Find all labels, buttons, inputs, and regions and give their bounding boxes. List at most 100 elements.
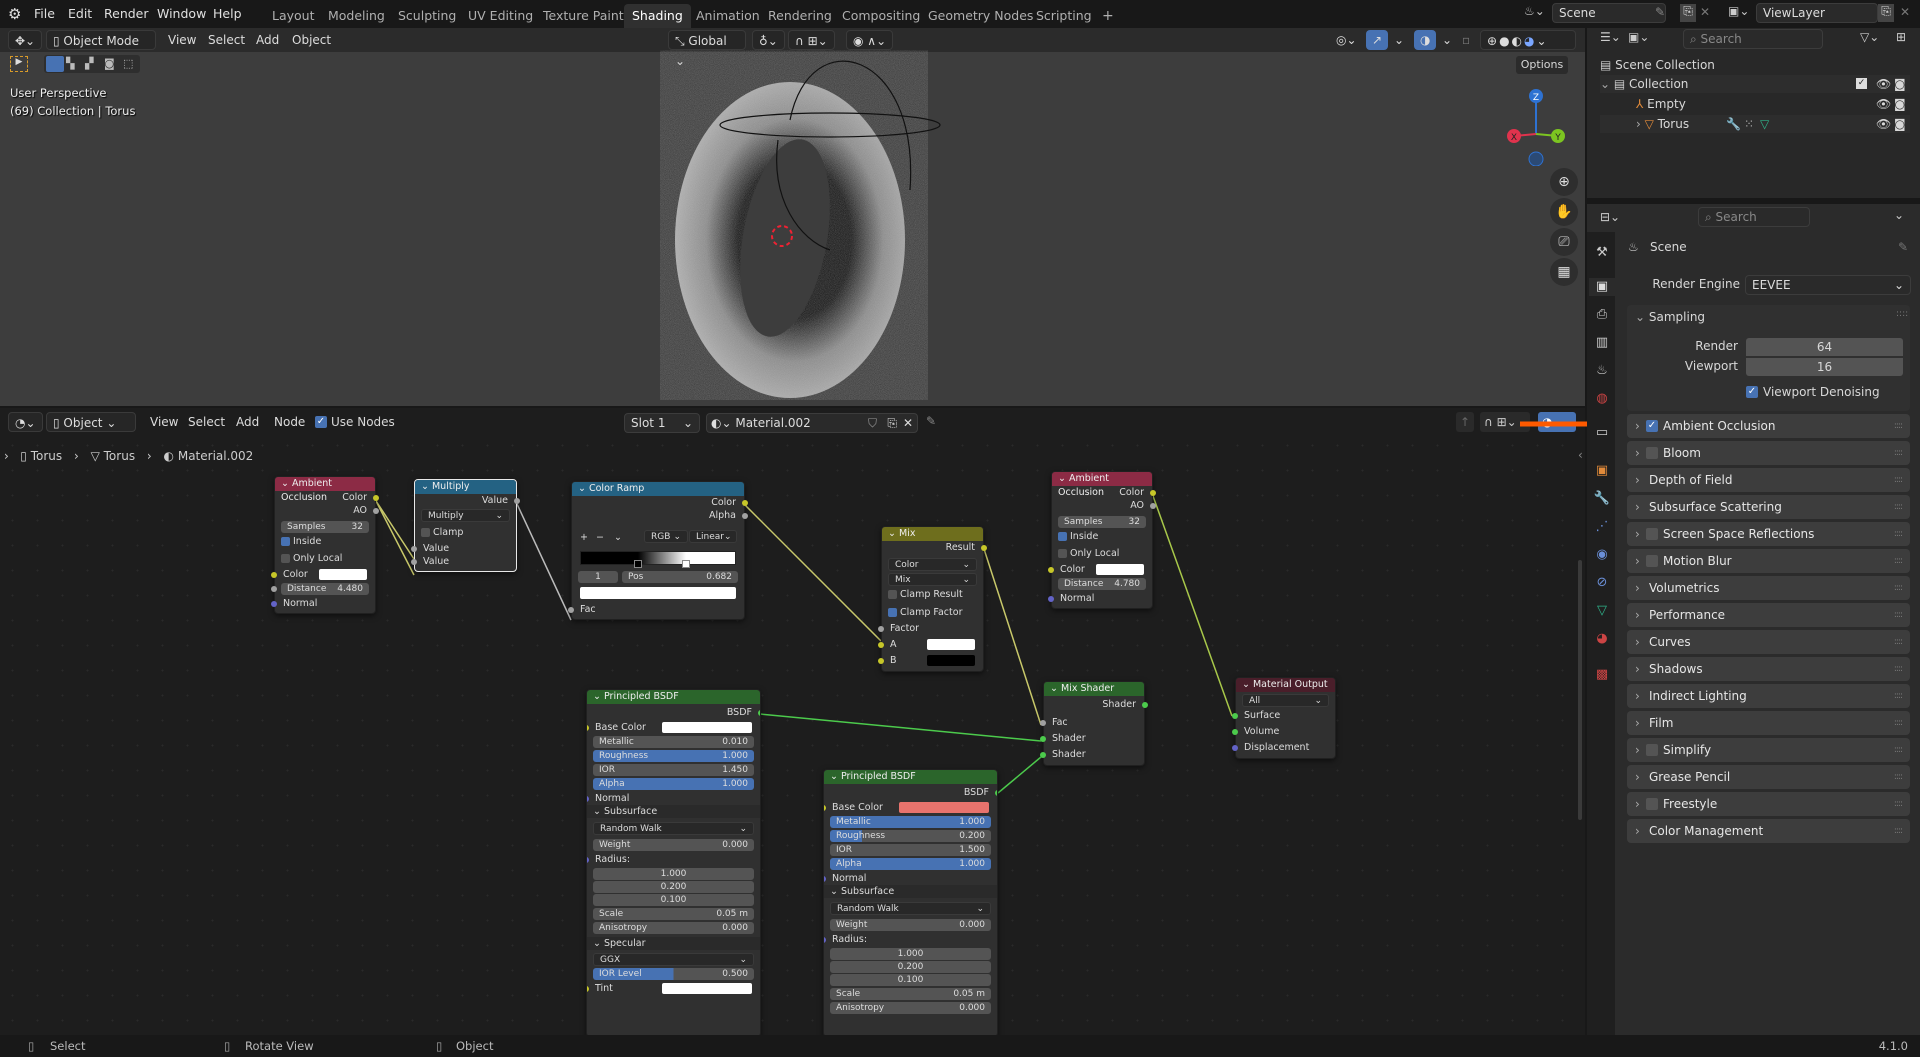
anisotropy-field[interactable]: Anisotropy 0.000	[593, 922, 754, 934]
material-tab-icon[interactable]: ◕	[1593, 630, 1611, 648]
view-layer-selector[interactable]: ViewLayer	[1756, 3, 1878, 23]
pin-icon[interactable]: ✎	[1898, 240, 1908, 254]
material-icon[interactable]: ◐⌄	[711, 416, 735, 430]
color-mode-dropdown[interactable]: RGB ⌄	[644, 530, 688, 543]
sidebar-toggle-icon[interactable]: ‹	[1578, 448, 1583, 462]
socket[interactable]	[1232, 713, 1238, 719]
drag-handle-icon[interactable]: ::::	[1894, 414, 1903, 438]
breadcrumb-material[interactable]: Material.002	[178, 449, 253, 463]
modifier-icon[interactable]: 🔧	[1726, 115, 1741, 133]
color-swatch[interactable]	[319, 569, 367, 580]
panel-enable-checkbox[interactable]	[1646, 447, 1658, 459]
metallic-field[interactable]: Metallic 0.010	[593, 736, 754, 748]
panel-screen-space-reflections[interactable]: › Screen Space Reflections::::	[1627, 522, 1910, 546]
shading-mode-buttons[interactable]: ⊕●◐◕⌄	[1480, 30, 1576, 50]
select-new-icon[interactable]	[46, 56, 64, 72]
texture-tab-icon[interactable]: ▩	[1593, 666, 1611, 684]
only-local-checkbox[interactable]: Only Local	[1052, 547, 1152, 560]
zoom-view-icon[interactable]: ⊕	[1550, 168, 1578, 196]
overlay-menu-icon[interactable]: ⌄	[1436, 30, 1458, 50]
distance-field[interactable]: Distance 4.780	[1058, 578, 1146, 590]
ior-field[interactable]: IOR 1.500	[830, 844, 991, 856]
use-nodes-checkbox[interactable]: ✓	[315, 416, 327, 428]
menu-file[interactable]: File	[34, 0, 55, 28]
weight-field[interactable]: Weight 0.000	[593, 839, 754, 851]
socket[interactable]	[568, 607, 574, 613]
options-button[interactable]: Options	[1516, 56, 1568, 74]
ior-level-field[interactable]: IOR Level 0.500	[593, 968, 754, 980]
socket[interactable]	[411, 559, 417, 565]
render-samples-field[interactable]: 64	[1746, 338, 1903, 356]
socket[interactable]	[271, 572, 277, 578]
panel-enable-checkbox[interactable]	[1646, 798, 1658, 810]
object-tab-icon[interactable]: ▣	[1593, 462, 1611, 480]
roughness-field[interactable]: Roughness 0.200	[830, 830, 991, 842]
particles-tab-icon[interactable]: ⋰	[1593, 518, 1611, 536]
perspective-toggle-icon[interactable]: ▦	[1550, 258, 1578, 286]
particles-icon[interactable]: ⁙	[1744, 115, 1754, 133]
color-stop-black[interactable]	[633, 560, 642, 568]
socket[interactable]	[1232, 745, 1238, 751]
drag-handle-icon[interactable]: ::::	[1894, 549, 1903, 573]
outliner-row-empty[interactable]: ⅄ Empty 👁 ◙	[1600, 95, 1910, 113]
node-header[interactable]: ⌄ Mix	[882, 527, 983, 541]
subsurface-panel[interactable]: ⌄ Subsurface	[824, 885, 997, 898]
viewport-menu-object[interactable]: Object	[286, 30, 337, 50]
node-header[interactable]: ⌄ Multiply	[415, 480, 516, 494]
tab-rendering[interactable]: Rendering	[760, 4, 840, 28]
ior-field[interactable]: IOR 1.450	[593, 764, 754, 776]
principled-bsdf-node-2[interactable]: ⌄ Principled BSDF BSDF Base Color Metall…	[823, 769, 998, 1037]
visibility-icon[interactable]: ◎⌄	[1330, 30, 1363, 50]
mix-node[interactable]: ⌄ Mix Result Color ⌄ Mix ⌄ Clamp Result Cl…	[878, 526, 987, 672]
anisotropy-field[interactable]: Anisotropy 0.000	[830, 1002, 991, 1014]
view-layer-icon[interactable]: ▣⌄	[1728, 4, 1749, 18]
outliner-row-collection[interactable]: ⌄ ▤ Collection ✓ 👁 ◙	[1600, 75, 1910, 93]
tool-tab-icon[interactable]: ⚒	[1593, 244, 1611, 262]
viewport-menu-add[interactable]: Add	[250, 30, 285, 50]
socket[interactable]	[514, 498, 520, 504]
tab-compositing[interactable]: Compositing	[834, 4, 928, 28]
snap-toggle-icon[interactable]: ∩ ⊞⌄	[788, 30, 835, 50]
socket[interactable]	[1150, 490, 1156, 496]
base-color-swatch[interactable]	[662, 722, 752, 733]
drag-handle-icon[interactable]: ::::	[1894, 576, 1903, 600]
breadcrumb-object[interactable]: Torus	[31, 449, 62, 463]
subsurface-method-dropdown[interactable]: Random Walk ⌄	[830, 902, 991, 915]
world-tab-icon[interactable]: ◍	[1593, 390, 1611, 408]
socket[interactable]	[1040, 752, 1046, 758]
panel-subsurface-scattering[interactable]: › Subsurface Scattering::::	[1627, 495, 1910, 519]
remove-stop-icon[interactable]: −	[596, 532, 604, 543]
socket[interactable]	[587, 986, 589, 992]
camera-render-icon[interactable]: ◙	[1894, 75, 1906, 93]
socket[interactable]	[995, 790, 997, 796]
tab-uv-editing[interactable]: UV Editing	[460, 4, 541, 28]
node-header[interactable]: ⌄ Ambient Occlusion	[275, 477, 375, 503]
tab-layout[interactable]: Layout	[264, 4, 323, 28]
socket[interactable]	[758, 710, 760, 716]
panel-enable-checkbox[interactable]	[1646, 744, 1658, 756]
drag-handle-icon[interactable]: ::::	[1894, 738, 1903, 762]
specular-panel[interactable]: ⌄ Specular	[587, 937, 760, 950]
material-output-node[interactable]: ⌄ Material Output All ⌄ Surface Volume Di…	[1232, 677, 1336, 759]
collection-tab-icon[interactable]: ▭	[1593, 424, 1611, 442]
add-workspace-button[interactable]: +	[1094, 4, 1122, 28]
tab-scripting[interactable]: Scripting	[1028, 4, 1100, 28]
roughness-field[interactable]: Roughness 1.000	[593, 750, 754, 762]
render-engine-dropdown[interactable]: EEVEE ⌄	[1745, 275, 1911, 295]
constraints-tab-icon[interactable]: ⊘	[1593, 574, 1611, 592]
subsurface-panel[interactable]: ⌄ Subsurface	[587, 805, 760, 818]
node-editor-type-icon[interactable]: ◔⌄	[8, 412, 43, 432]
socket[interactable]	[373, 495, 379, 501]
panel-freestyle[interactable]: › Freestyle::::	[1627, 792, 1910, 816]
node-header[interactable]: ⌄ Material Output	[1236, 678, 1335, 692]
eye-icon[interactable]: 👁	[1876, 95, 1891, 113]
node-editor-scrollbar[interactable]	[1578, 560, 1582, 820]
menu-help[interactable]: Help	[213, 0, 242, 28]
scene-selector[interactable]: Scene	[1552, 3, 1666, 23]
socket[interactable]	[373, 508, 379, 514]
ambient-occlusion-node[interactable]: ⌄ Ambient Occlusion Color AO Samples 32 I…	[271, 476, 379, 614]
node-menu-view[interactable]: View	[144, 412, 184, 432]
radius-z-field[interactable]: 0.100	[830, 974, 991, 986]
fake-user-icon[interactable]: ⛉	[868, 414, 877, 432]
unlink-material-icon[interactable]: ✕	[903, 414, 913, 432]
